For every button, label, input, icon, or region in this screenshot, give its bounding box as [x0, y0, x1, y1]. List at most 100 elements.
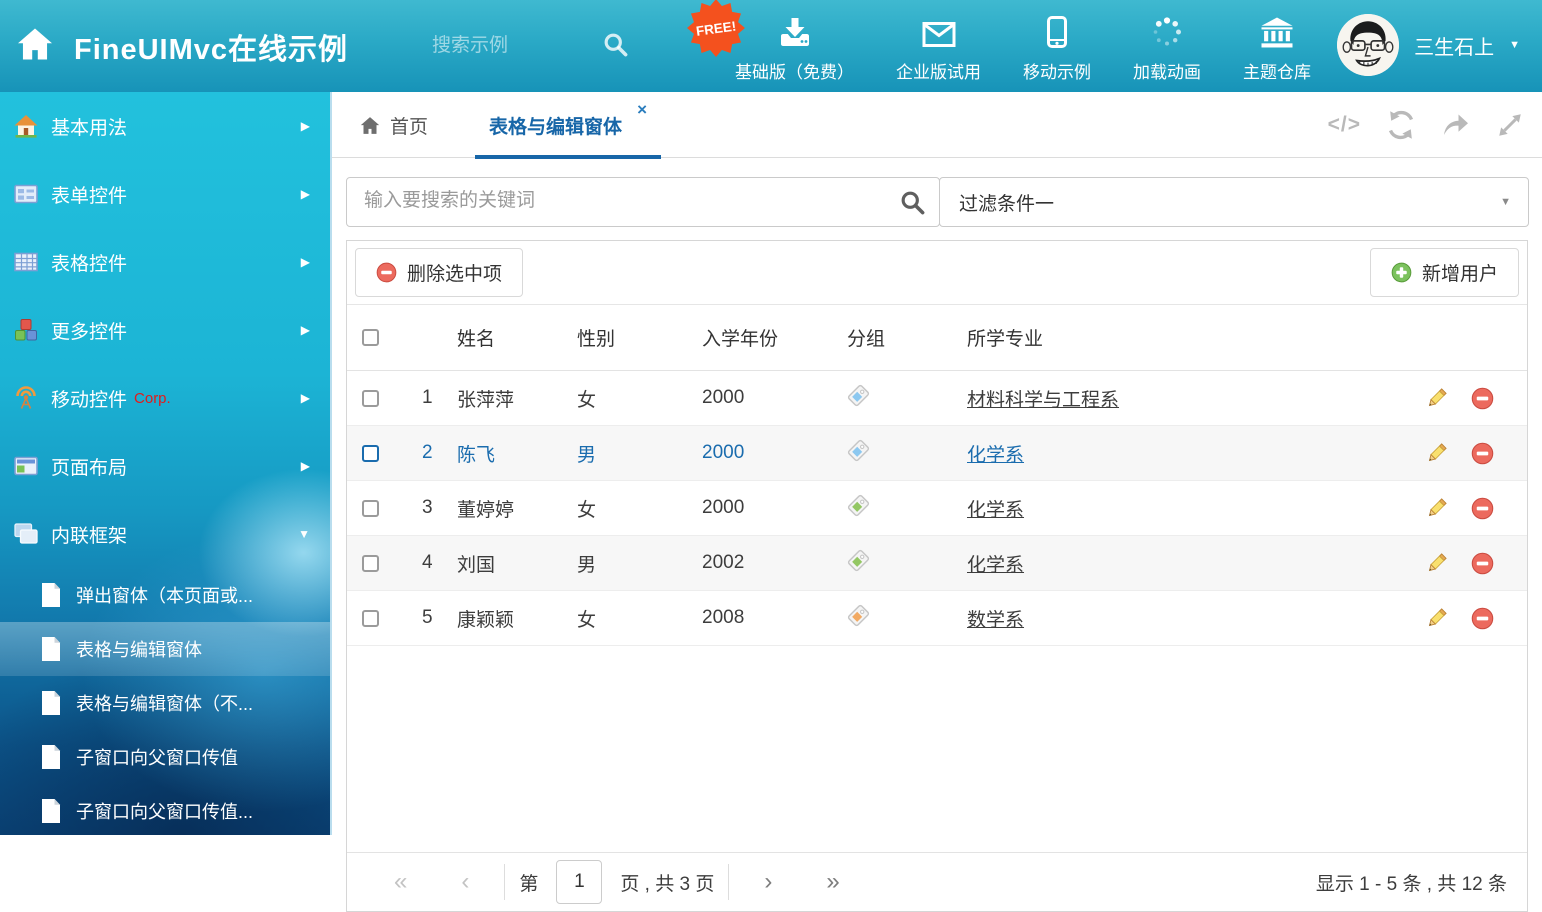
- edit-pencil-icon[interactable]: [1425, 552, 1448, 575]
- edit-pencil-icon[interactable]: [1425, 607, 1448, 630]
- table-row[interactable]: 5 康颖颖 女 2008 数学系: [347, 591, 1527, 646]
- maximize-icon[interactable]: [1496, 111, 1524, 139]
- envelope-icon: [922, 16, 956, 48]
- row-number: 3: [397, 497, 457, 519]
- nav-item-theme-repo[interactable]: 主题仓库: [1222, 0, 1332, 92]
- nav-label: 主题仓库: [1243, 58, 1311, 83]
- major-link[interactable]: 数学系: [967, 610, 1024, 631]
- nav-item-mobile-demo[interactable]: 移动示例: [1002, 0, 1112, 92]
- tag-icon: [847, 604, 870, 633]
- cell-gender: 女: [577, 495, 702, 522]
- close-icon[interactable]: ×: [637, 101, 647, 118]
- nav-item-enterprise-trial[interactable]: 企业版试用: [875, 0, 1002, 92]
- frames-icon: [13, 521, 39, 547]
- sidebar-item-label: 基本用法: [51, 113, 127, 140]
- last-page-button[interactable]: »: [826, 870, 839, 894]
- delete-selected-button[interactable]: 删除选中项: [355, 248, 523, 297]
- page-number-input[interactable]: [556, 860, 602, 904]
- corp-badge: Corp.: [134, 390, 171, 407]
- active-tab-underline: [475, 155, 661, 159]
- column-gender: 性别: [577, 324, 702, 351]
- row-number: 5: [397, 607, 457, 629]
- sidebar-item-mobile-controls[interactable]: 移动控件 Corp. ▶: [0, 364, 330, 432]
- row-checkbox[interactable]: [362, 445, 379, 462]
- row-checkbox[interactable]: [362, 610, 379, 627]
- sidebar-item-more-controls[interactable]: 更多控件 ▶: [0, 296, 330, 364]
- edit-pencil-icon[interactable]: [1425, 387, 1448, 410]
- table-row-selected[interactable]: 2 陈飞 男 2000 化学系: [347, 426, 1527, 481]
- filter-dropdown[interactable]: 过滤条件一 ▼: [939, 177, 1529, 227]
- major-link[interactable]: 化学系: [967, 445, 1024, 466]
- row-checkbox[interactable]: [362, 390, 379, 407]
- table-row[interactable]: 3 董婷婷 女 2000 化学系: [347, 481, 1527, 536]
- table-row[interactable]: 4 刘国 男 2002 化学系: [347, 536, 1527, 591]
- cell-gender: 男: [577, 550, 702, 577]
- tab-label: 首页: [390, 112, 428, 139]
- tab-grid-edit-window[interactable]: 表格与编辑窗体 ×: [475, 92, 661, 158]
- view-source-icon[interactable]: </>: [1328, 113, 1361, 137]
- search-icon[interactable]: [899, 189, 926, 221]
- table-row[interactable]: 1 张萍萍 女 2000 材料科学与工程系: [347, 371, 1527, 426]
- refresh-icon[interactable]: [1386, 110, 1416, 140]
- sidebar-item-grid-controls[interactable]: 表格控件 ▶: [0, 228, 330, 296]
- sidebar-subitem-popup-window[interactable]: 弹出窗体（本页面或...: [0, 568, 330, 622]
- user-menu[interactable]: 三生石上 ▼: [1337, 14, 1520, 76]
- nav-label: 加载动画: [1133, 58, 1201, 83]
- column-name: 姓名: [457, 324, 577, 351]
- sidebar-subitem-child-to-parent[interactable]: 子窗口向父窗口传值: [0, 730, 330, 784]
- sidebar-subitem-label: 弹出窗体（本页面或...: [76, 582, 253, 608]
- sidebar-subitem-label: 表格与编辑窗体（不...: [76, 690, 253, 716]
- button-label: 新增用户: [1422, 259, 1498, 286]
- grid-panel: 删除选中项 新增用户 姓名 性别 入学年份 分组 所学专业 1 张萍萍 女 20…: [346, 240, 1528, 912]
- keyword-search-box: [346, 177, 940, 227]
- sidebar-item-form-controls[interactable]: 表单控件 ▶: [0, 160, 330, 228]
- prev-page-button[interactable]: ‹: [461, 870, 469, 894]
- sidebar-item-basic-usage[interactable]: 基本用法 ▶: [0, 92, 330, 160]
- tag-icon: [847, 439, 870, 468]
- delete-minus-icon[interactable]: [1471, 387, 1494, 410]
- nav-item-loading-animation[interactable]: 加载动画: [1112, 0, 1222, 92]
- major-link[interactable]: 材料科学与工程系: [967, 390, 1119, 411]
- tag-icon: [847, 494, 870, 523]
- delete-minus-icon[interactable]: [1471, 607, 1494, 630]
- row-checkbox[interactable]: [362, 555, 379, 572]
- first-page-button[interactable]: «: [394, 870, 407, 894]
- tab-home[interactable]: 首页: [360, 92, 428, 158]
- grid-toolbar: 删除选中项 新增用户: [347, 241, 1527, 305]
- filter-dropdown-value: 过滤条件一: [959, 189, 1054, 216]
- major-link[interactable]: 化学系: [967, 500, 1024, 521]
- sidebar-item-inline-frame[interactable]: 内联框架 ▼: [0, 500, 330, 568]
- edit-pencil-icon[interactable]: [1425, 442, 1448, 465]
- sidebar-subitem-grid-edit-window[interactable]: 表格与编辑窗体: [0, 622, 330, 676]
- row-checkbox[interactable]: [362, 500, 379, 517]
- file-icon: [40, 636, 62, 662]
- chevron-right-icon: ▶: [301, 187, 310, 201]
- cell-year: 2000: [702, 387, 847, 409]
- major-link[interactable]: 化学系: [967, 555, 1024, 576]
- avatar: [1337, 14, 1399, 76]
- keyword-search-input[interactable]: [347, 178, 867, 224]
- sidebar-item-label: 更多控件: [51, 317, 127, 344]
- chevron-right-icon: ▶: [301, 459, 310, 473]
- cell-year: 2002: [702, 552, 847, 574]
- table-empty-area: [347, 646, 1527, 852]
- sidebar-subitem-grid-edit-window-2[interactable]: 表格与编辑窗体（不...: [0, 676, 330, 730]
- delete-minus-icon[interactable]: [1471, 497, 1494, 520]
- edit-pencil-icon[interactable]: [1425, 497, 1448, 520]
- cubes-icon: [13, 317, 39, 343]
- free-badge: FREE!: [686, 0, 746, 58]
- search-icon[interactable]: [602, 31, 629, 63]
- delete-minus-icon[interactable]: [1471, 552, 1494, 575]
- add-user-button[interactable]: 新增用户: [1370, 248, 1519, 297]
- layout-icon: [13, 453, 39, 479]
- sidebar-subitem-child-to-parent-2[interactable]: 子窗口向父窗口传值...: [0, 784, 330, 838]
- header-search-input[interactable]: [432, 30, 582, 62]
- next-page-button[interactable]: ›: [764, 870, 772, 894]
- tab-label: 表格与编辑窗体: [489, 112, 622, 139]
- row-number: 1: [397, 387, 457, 409]
- open-new-window-icon[interactable]: [1441, 110, 1471, 140]
- table-icon: [13, 249, 39, 275]
- sidebar-item-page-layout[interactable]: 页面布局 ▶: [0, 432, 330, 500]
- select-all-checkbox[interactable]: [362, 329, 379, 346]
- delete-minus-icon[interactable]: [1471, 442, 1494, 465]
